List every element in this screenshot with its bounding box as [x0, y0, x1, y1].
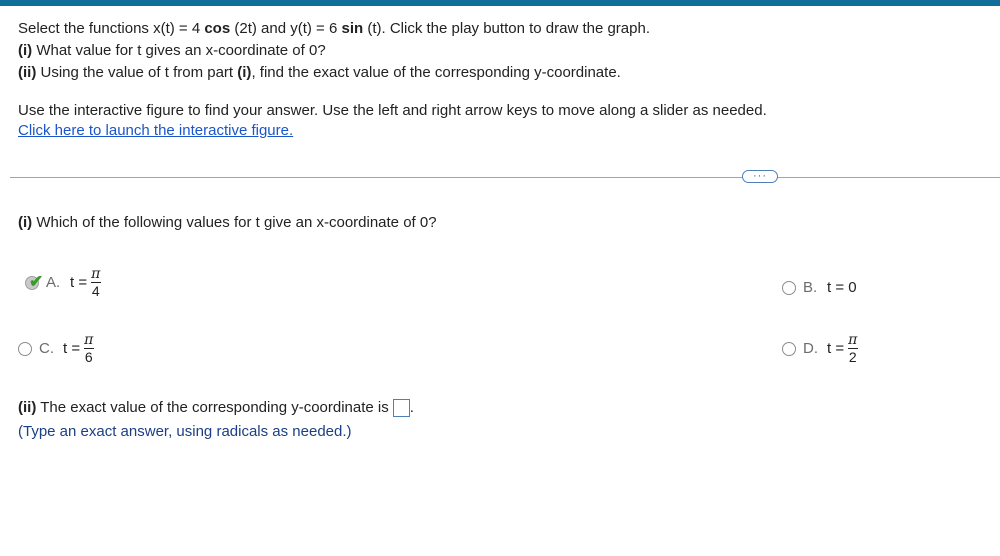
question-text-mid: (2t) and y(t) = 6	[230, 20, 342, 37]
part-ii-prompt-text: The exact value of the corresponding y-c…	[36, 399, 389, 416]
option-a-radio[interactable]: ✔	[25, 272, 43, 291]
option-a-fraction: π 4	[90, 266, 101, 299]
option-d-numerator: π	[848, 332, 858, 348]
option-d-denominator: 2	[848, 349, 857, 365]
answer-hint: (Type an exact answer, using radicals as…	[18, 423, 352, 440]
instructions: Use the interactive figure to find your …	[18, 102, 767, 119]
option-a-numerator: π	[91, 266, 101, 282]
question-part-i: (i) What value for t gives an x-coordina…	[18, 41, 326, 61]
option-c-radio[interactable]	[18, 341, 32, 356]
answer-input[interactable]	[392, 399, 410, 418]
option-d-t: t =	[827, 340, 845, 357]
option-d-letter: D.	[803, 340, 818, 357]
option-a-letter: A.	[46, 274, 61, 291]
part-i-prompt: (i) Which of the following values for t …	[18, 213, 437, 233]
part-ii-question-a: Using the value of t from part	[36, 64, 238, 81]
option-a-denominator: 4	[91, 283, 100, 299]
top-accent-bar	[0, 0, 1000, 6]
question-text: Select the functions x(t) = 4	[18, 20, 205, 37]
checkmark-icon: ✔	[29, 271, 44, 291]
option-d[interactable]: D. t = π 2	[782, 332, 858, 365]
option-c-letter: C.	[39, 340, 54, 357]
option-b-letter: B.	[803, 279, 818, 296]
sin-text: sin	[341, 20, 364, 37]
question-part-ii: (ii) Using the value of t from part (i),…	[18, 63, 621, 83]
option-b[interactable]: B. t = 0	[782, 279, 857, 296]
part-i-prompt-label: (i)	[18, 214, 33, 231]
launch-figure-link[interactable]: Click here to launch the interactive fig…	[18, 121, 293, 141]
period: .	[409, 399, 414, 416]
option-b-radio[interactable]	[782, 280, 796, 295]
option-d-fraction: π 2	[847, 332, 858, 365]
cos-text: cos	[204, 20, 231, 37]
section-divider	[10, 177, 1000, 178]
part-ii-ref: (i)	[237, 64, 252, 81]
option-c-denominator: 6	[84, 349, 93, 365]
option-a-t: t =	[70, 274, 88, 291]
part-i-label: (i)	[18, 42, 33, 59]
part-ii-prompt-label: (ii)	[18, 399, 37, 416]
option-a[interactable]: ✔ A. t = π 4	[25, 266, 101, 299]
option-c[interactable]: C. t = π 6	[18, 332, 94, 365]
part-ii-prompt: (ii) The exact value of the correspondin…	[18, 398, 414, 418]
part-i-prompt-text: Which of the following values for t give…	[32, 214, 437, 231]
more-button[interactable]: ···	[742, 170, 778, 183]
question-text-end: (t). Click the play button to draw the g…	[363, 20, 650, 37]
part-ii-question-b: , find the exact value of the correspond…	[251, 64, 621, 81]
option-c-numerator: π	[84, 332, 94, 348]
option-c-t: t =	[63, 340, 81, 357]
question-line-1: Select the functions x(t) = 4 cos (2t) a…	[18, 19, 650, 39]
part-ii-label: (ii)	[18, 64, 37, 81]
option-c-fraction: π 6	[83, 332, 94, 365]
option-d-radio[interactable]	[782, 341, 796, 356]
option-b-t: t = 0	[827, 279, 857, 296]
part-i-question: What value for t gives an x-coordinate o…	[32, 42, 326, 59]
